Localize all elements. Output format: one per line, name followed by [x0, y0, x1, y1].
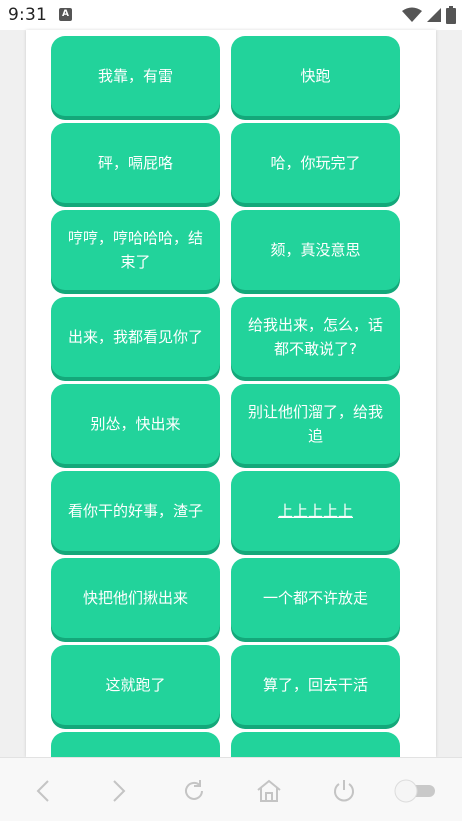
status-time: 9:31 — [8, 5, 47, 25]
sound-button[interactable]: 这就跑了 — [51, 645, 220, 725]
home-icon — [257, 779, 281, 802]
toggle-switch[interactable] — [392, 776, 438, 806]
sound-button[interactable] — [231, 732, 400, 757]
power-button[interactable] — [329, 776, 359, 806]
app-notification-icon: A — [59, 8, 72, 21]
sound-button[interactable]: 砰，嗝屁咯 — [51, 123, 220, 203]
toggle-icon — [394, 779, 435, 803]
sound-button[interactable]: 一个都不许放走 — [231, 558, 400, 638]
refresh-icon — [185, 780, 203, 800]
wifi-icon — [402, 7, 422, 22]
sound-button-grid: 我靠，有雷 快跑 砰，嗝屁咯 哈，你玩完了 哼哼，哼哈哈哈，结束了 颏，真没意思… — [51, 30, 401, 757]
forward-icon — [113, 780, 126, 802]
bottom-navigation-bar — [0, 757, 462, 821]
refresh-button[interactable] — [179, 776, 209, 806]
sound-button[interactable]: 哼哼，哼哈哈哈，结束了 — [51, 210, 220, 290]
forward-button[interactable] — [103, 776, 133, 806]
home-button[interactable] — [254, 776, 284, 806]
sound-button[interactable]: 给我出来，怎么，话都不敢说了? — [231, 297, 400, 377]
back-icon — [36, 780, 49, 802]
back-button[interactable] — [29, 776, 59, 806]
sound-button[interactable]: 哈，你玩完了 — [231, 123, 400, 203]
status-indicators — [402, 6, 456, 24]
battery-icon — [446, 6, 456, 24]
sound-button[interactable]: 颏，真没意思 — [231, 210, 400, 290]
power-icon — [334, 780, 354, 802]
sound-button[interactable]: 出来，我都看见你了 — [51, 297, 220, 377]
sound-button[interactable]: 别怂，快出来 — [51, 384, 220, 464]
sound-button[interactable]: 快把他们揪出来 — [51, 558, 220, 638]
sound-button[interactable]: 别让他们溜了，给我追 — [231, 384, 400, 464]
sound-button[interactable]: 我靠，有雷 — [51, 36, 220, 116]
status-bar: 9:31 A — [0, 0, 462, 30]
sound-button[interactable] — [51, 732, 220, 757]
signal-icon — [427, 8, 441, 22]
sound-button[interactable]: 算了，回去干活 — [231, 645, 400, 725]
sound-button[interactable]: 快跑 — [231, 36, 400, 116]
sound-button[interactable]: 上上上上上 — [231, 471, 400, 551]
sound-button[interactable]: 看你干的好事，渣子 — [51, 471, 220, 551]
